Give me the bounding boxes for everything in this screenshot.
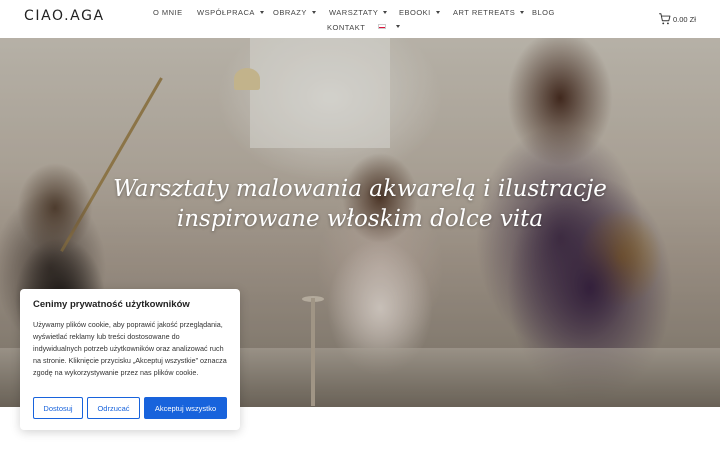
nav-item-warsztaty[interactable]: WARSZTATY	[329, 8, 388, 17]
hero-title: Warsztaty malowania akwarelą i ilustracj…	[113, 176, 607, 232]
cookie-text: Używamy plików cookie, aby poprawić jako…	[33, 320, 227, 377]
nav-label: O MNIE	[153, 8, 183, 17]
nav-label: KONTAKT	[327, 23, 366, 32]
nav-label: ART RETREATS	[453, 8, 516, 17]
chevron-down-icon	[435, 11, 440, 14]
nav-item-kontakt[interactable]: KONTAKT	[327, 23, 365, 32]
chevron-down-icon	[259, 11, 264, 14]
nav-item-blog[interactable]: BLOG	[532, 8, 555, 17]
nav-item-wspolpraca[interactable]: WSPÓŁPRACA	[197, 8, 264, 17]
cookie-title: Cenimy prywatność użytkowników	[33, 299, 190, 310]
nav-label: EBOOKI	[399, 8, 431, 17]
nav-label: BLOG	[532, 8, 555, 17]
site-logo[interactable]: CIAO.AGA	[24, 8, 105, 24]
polish-flag-icon[interactable]	[378, 24, 386, 29]
shopping-cart-icon[interactable]	[658, 12, 672, 26]
nav-item-obrazy[interactable]: OBRAZY	[273, 8, 316, 17]
nav-item-o-mnie[interactable]: O MNIE	[153, 8, 183, 17]
chevron-down-icon	[520, 11, 525, 14]
reject-button[interactable]: Odrzucać	[87, 397, 140, 419]
chevron-down-icon	[311, 11, 316, 14]
nav-label: OBRAZY	[273, 8, 307, 17]
nav-label: WSPÓŁPRACA	[197, 8, 255, 17]
nav-item-ebooki[interactable]: EBOOKI	[399, 8, 440, 17]
nav-item-art-retreats[interactable]: ART RETREATS	[453, 8, 525, 17]
cookie-consent-banner: Cenimy prywatność użytkowników Używamy p…	[20, 289, 240, 430]
accept-all-button[interactable]: Akceptuj wszystko	[144, 397, 227, 419]
chevron-down-icon	[383, 11, 388, 14]
nav-label: WARSZTATY	[329, 8, 379, 17]
cart-amount[interactable]: 0.00 Zł	[673, 15, 696, 24]
language-chevron-down-icon[interactable]	[396, 25, 400, 28]
cookie-buttons: Dostosuj Odrzucać Akceptuj wszystko	[33, 397, 233, 419]
customize-button[interactable]: Dostosuj	[33, 397, 83, 419]
site-header: CIAO.AGA O MNIE WSPÓŁPRACA OBRAZY WARSZT…	[0, 0, 720, 38]
